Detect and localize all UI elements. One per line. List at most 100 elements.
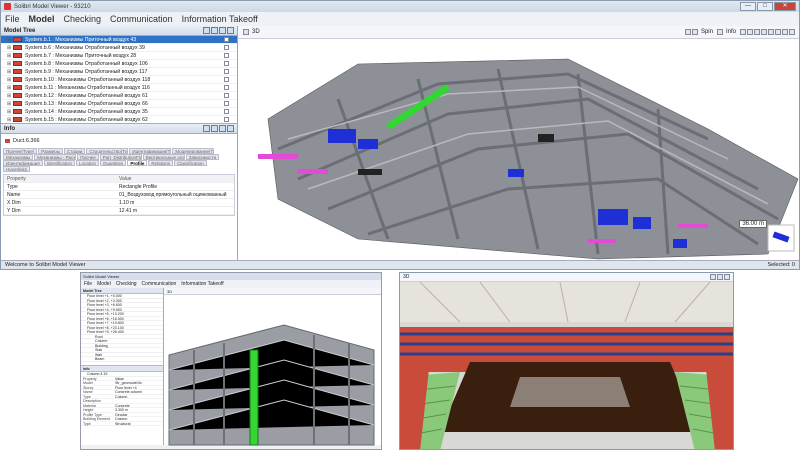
- tree-row[interactable]: ⊞ System.b.13 : Механизмы Отработанный во…: [1, 100, 237, 108]
- tree-close-icon[interactable]: [227, 27, 234, 34]
- property-value: 1.10 m: [119, 199, 135, 206]
- menu-file[interactable]: File: [5, 14, 20, 24]
- home-icon[interactable]: [684, 29, 691, 35]
- zoom-out-icon[interactable]: [775, 29, 781, 35]
- info-tabs: Прочее(Type) Размеры Стадии Строительство(T…: [1, 148, 237, 172]
- visibility-checkbox[interactable]: [224, 85, 229, 90]
- tree-filter-icon[interactable]: [203, 27, 210, 34]
- zoom-in-icon[interactable]: [768, 29, 774, 35]
- info-tab[interactable]: Quantities: [100, 160, 127, 166]
- transparency-icon[interactable]: [754, 29, 760, 35]
- navigation-cube[interactable]: [767, 224, 795, 252]
- secondary-3d-view[interactable]: 3D: [164, 288, 381, 446]
- visibility-checkbox[interactable]: [224, 61, 229, 66]
- tree-row[interactable]: ⊞ System.b.11 : Механизмы Отработанный во…: [1, 84, 237, 92]
- visibility-checkbox[interactable]: [224, 117, 229, 122]
- property-key: Y Dim: [7, 207, 21, 214]
- tree-row[interactable]: ⊞ System.b.7 : Механизмы Приточный воздух…: [1, 52, 237, 60]
- close-button[interactable]: ✕: [774, 2, 796, 11]
- secondary-property-value: Concrete column: [115, 390, 143, 394]
- property-row: Y Dim 12.41 m: [4, 207, 234, 215]
- tree-row[interactable]: ⊞ System.b.8 : Механизмы Отработанный воз…: [1, 60, 237, 68]
- info-close-icon[interactable]: [227, 125, 234, 132]
- property-row: Name 01_Воздуховод прямоугольный оцинкова…: [4, 191, 234, 199]
- secondary-menu-checking[interactable]: Checking: [116, 281, 137, 287]
- tree-settings-icon[interactable]: [211, 27, 218, 34]
- secondary-property-value: Structural: [115, 421, 131, 425]
- tree-row[interactable]: ⊞ System.b.6 : Механизмы Отработанный воз…: [1, 44, 237, 52]
- camera-icon[interactable]: [691, 29, 698, 35]
- secondary-menu-file[interactable]: File: [84, 281, 92, 287]
- system-icon: [13, 61, 22, 66]
- secondary-menu-communication[interactable]: Communication: [142, 281, 177, 287]
- tree-row[interactable]: ⊞ System.b.1 : Механизмы Приточный воздух…: [1, 36, 237, 44]
- tree-row[interactable]: ⊞ System.b.15 : Механизмы Отработанный во…: [1, 116, 237, 123]
- visibility-checkbox[interactable]: [224, 109, 229, 114]
- secondary-property-value: Str_geomodel.ifc: [115, 381, 142, 385]
- color-icon[interactable]: [761, 29, 767, 35]
- tree-row[interactable]: ⊞ System.b.12 : Механизмы Отработанный во…: [1, 92, 237, 100]
- secondary-property-key: Type: [83, 394, 91, 399]
- info-icon[interactable]: [716, 29, 723, 35]
- secondary-tree-row[interactable]: Beam: [81, 357, 163, 362]
- arena-model-render[interactable]: [400, 281, 734, 450]
- info-tab[interactable]: Location: [76, 160, 100, 166]
- left-panel: Model Tree ⊞ System.b.1 : Механизмы Прито…: [1, 26, 238, 260]
- visibility-checkbox[interactable]: [224, 77, 229, 82]
- info-tab[interactable]: Relations: [148, 160, 174, 166]
- value-column-header: Value: [119, 175, 132, 182]
- info-button[interactable]: Info: [726, 29, 736, 35]
- info-tab[interactable]: Hyperlinks: [3, 166, 31, 172]
- menu-checking[interactable]: Checking: [64, 14, 102, 24]
- menu-bar: File Model Checking Communication Inform…: [1, 12, 799, 26]
- secondary-property-key: Type: [83, 421, 91, 426]
- tree-refresh-icon[interactable]: [219, 27, 226, 34]
- property-value: Rectangle Profile: [119, 183, 158, 190]
- tree-row-label: System.b.7 : Механизмы Приточный воздух …: [25, 52, 137, 59]
- hide-icon[interactable]: [747, 29, 753, 35]
- arena-window: 3D: [399, 272, 734, 450]
- visibility-checkbox[interactable]: [224, 45, 229, 50]
- section-icon[interactable]: [740, 29, 746, 35]
- secondary-property-key: Height: [83, 408, 94, 412]
- secondary-menu-model[interactable]: Model: [97, 281, 111, 287]
- back-icon[interactable]: [203, 125, 210, 132]
- secondary-property-value: Column: [115, 417, 128, 421]
- menu-model[interactable]: Model: [29, 14, 55, 24]
- tree-row[interactable]: ⊞ System.b.14 : Механизмы Отработанный во…: [1, 108, 237, 116]
- property-value: 12.41 m: [119, 207, 138, 214]
- arena-fit-icon[interactable]: [717, 274, 723, 280]
- secondary-view-toolbar: 3D: [164, 288, 381, 295]
- info-settings-icon[interactable]: [219, 125, 226, 132]
- building-model-render: [168, 324, 375, 446]
- tree-row-label: System.b.10 : Механизмы Отработанный воз…: [25, 76, 151, 83]
- maximize-button[interactable]: □: [757, 2, 773, 11]
- forward-icon[interactable]: [211, 125, 218, 132]
- arena-settings-icon[interactable]: [724, 274, 730, 280]
- secondary-menu-information-takeoff[interactable]: Information Takeoff: [181, 281, 223, 287]
- secondary-title: Solibri Model Viewer: [81, 273, 381, 280]
- menu-information-takeoff[interactable]: Information Takeoff: [182, 14, 258, 24]
- 3d-view[interactable]: 3D Spin Info 36.00 m: [238, 26, 799, 260]
- secondary-model-tree[interactable]: Floor level +1, +0.000 Floor level +2, +3…: [81, 294, 163, 366]
- visibility-checkbox[interactable]: [224, 69, 229, 74]
- info-tab[interactable]: Profile: [127, 160, 148, 166]
- status-bar: Welcome to Solibri Model Viewer Selected…: [1, 260, 799, 269]
- minimize-button[interactable]: —: [740, 2, 756, 11]
- model-tree[interactable]: ⊞ System.b.1 : Механизмы Приточный воздух…: [1, 36, 237, 124]
- tree-row[interactable]: ⊞ System.b.10 : Механизмы Отработанный во…: [1, 76, 237, 84]
- info-tab[interactable]: Classification: [174, 160, 207, 166]
- fit-icon[interactable]: [782, 29, 788, 35]
- visibility-checkbox[interactable]: [224, 101, 229, 106]
- spin-button[interactable]: Spin: [701, 29, 713, 35]
- arena-view-toolbar: 3D: [400, 273, 733, 282]
- arena-zoom-icon[interactable]: [710, 274, 716, 280]
- menu-communication[interactable]: Communication: [110, 14, 173, 24]
- tree-row[interactable]: ⊞ System.b.9 : Механизмы Отработанный воз…: [1, 68, 237, 76]
- visibility-checkbox[interactable]: [224, 37, 229, 42]
- tree-row-label: System.b.6 : Механизмы Отработанный возд…: [25, 44, 145, 51]
- info-tab[interactable]: Identification: [43, 160, 76, 166]
- view-settings-icon[interactable]: [789, 29, 795, 35]
- visibility-checkbox[interactable]: [224, 93, 229, 98]
- visibility-checkbox[interactable]: [224, 53, 229, 58]
